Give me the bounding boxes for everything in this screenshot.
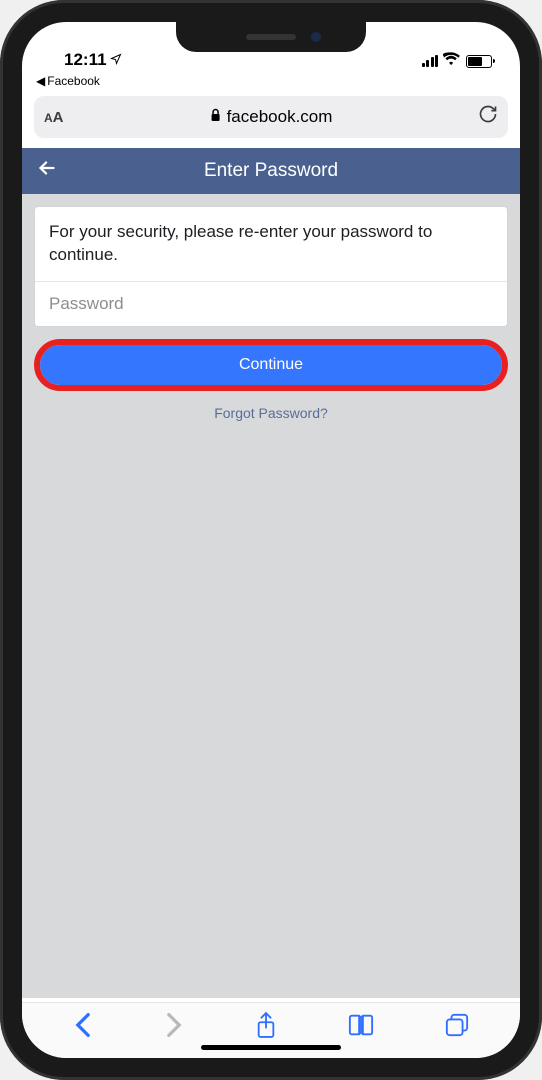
tabs-button[interactable]: [445, 1013, 469, 1042]
wifi-icon: [443, 52, 461, 70]
lock-icon: [210, 107, 222, 127]
url-domain: facebook.com: [227, 107, 333, 127]
page-title: Enter Password: [204, 160, 338, 182]
reload-button[interactable]: [478, 104, 498, 130]
safari-address-bar[interactable]: AA facebook.com: [34, 96, 508, 138]
password-card: For your security, please re-enter your …: [34, 206, 508, 327]
text-size-button[interactable]: AA: [44, 109, 64, 126]
page-content: For your security, please re-enter your …: [22, 194, 520, 998]
nav-back-button[interactable]: [73, 1012, 93, 1043]
share-button[interactable]: [255, 1011, 277, 1044]
back-button[interactable]: [36, 157, 58, 185]
nav-forward-button[interactable]: [164, 1012, 184, 1043]
back-to-app-button[interactable]: ◀ Facebook: [22, 72, 520, 92]
phone-frame: 12:11 ◀ Facebook AA: [0, 0, 542, 1080]
battery-icon: [466, 55, 492, 68]
notch: [176, 22, 366, 52]
forgot-password-link[interactable]: Forgot Password?: [34, 405, 508, 421]
bookmarks-button[interactable]: [348, 1013, 374, 1042]
highlight-annotation: Continue: [34, 339, 508, 391]
continue-button[interactable]: Continue: [40, 345, 502, 385]
home-indicator[interactable]: [201, 1045, 341, 1050]
security-message: For your security, please re-enter your …: [35, 207, 507, 281]
chevron-left-icon: ◀: [36, 74, 45, 88]
cellular-signal-icon: [422, 55, 439, 67]
screen: 12:11 ◀ Facebook AA: [22, 22, 520, 1058]
page-header: Enter Password: [22, 148, 520, 194]
back-to-app-label: Facebook: [47, 74, 100, 88]
password-input[interactable]: [35, 281, 507, 326]
location-arrow-icon: [110, 53, 122, 68]
status-time: 12:11: [64, 50, 107, 70]
